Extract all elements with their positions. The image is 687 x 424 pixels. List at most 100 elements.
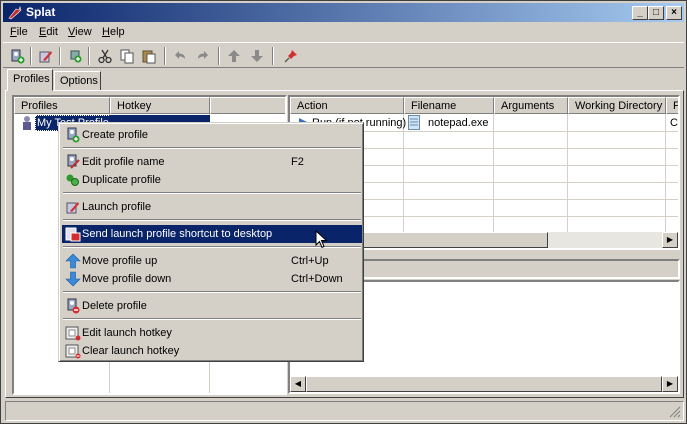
menu-help-rest: elp: [109, 26, 125, 38]
cut-icon[interactable]: [95, 46, 115, 66]
launch-profile-icon[interactable]: [36, 46, 56, 66]
duplicate-profile-icon: [65, 172, 81, 188]
clear-hotkey-icon: [65, 343, 81, 359]
menu-item-label: Create profile: [82, 129, 149, 141]
menu-item-label: Launch profile: [82, 201, 152, 213]
menu-item-label: Edit launch hotkey: [82, 327, 172, 339]
menu-item-duplicate-profile[interactable]: Duplicate profile: [62, 171, 362, 189]
menu-view-rest: iew: [75, 26, 92, 38]
extra-cell: C: [670, 117, 678, 129]
move-down-icon[interactable]: [247, 46, 267, 66]
profile-icon: [20, 115, 34, 130]
menu-item-label: Delete profile: [82, 300, 147, 312]
tab-options-label: Options: [60, 75, 98, 87]
menu-file-rest: ile: [16, 26, 28, 38]
edit-hotkey-icon: [65, 325, 81, 341]
menu-view[interactable]: View: [68, 26, 92, 38]
column-header-profiles-label: Profiles: [21, 100, 58, 112]
menu-item-move-profile-down[interactable]: Move profile down Ctrl+Down: [62, 270, 362, 288]
menu-help-accel: H: [102, 26, 110, 38]
menu-item-shortcut: Ctrl+Down: [291, 273, 343, 285]
scroll-right-icon[interactable]: ▶: [662, 376, 678, 392]
minimize-button[interactable]: _: [632, 6, 648, 20]
menu-separator: [63, 219, 361, 221]
column-header-extra[interactable]: F: [666, 97, 680, 114]
menu-item-label: Move profile down: [82, 273, 172, 285]
menu-help[interactable]: Help: [102, 26, 125, 38]
toolbar-separator: [59, 47, 61, 65]
menu-edit[interactable]: Edit: [39, 26, 58, 38]
menu-item-edit-launch-hotkey[interactable]: Edit launch hotkey: [62, 324, 362, 342]
scroll-left-icon[interactable]: ◀: [290, 376, 306, 392]
scroll-thumb[interactable]: [306, 376, 662, 392]
mouse-cursor-icon: [315, 230, 328, 249]
column-header-action[interactable]: Action: [290, 97, 404, 114]
splat-window: Splat _ □ × File Edit View Help Profiles…: [0, 0, 687, 424]
resize-grip-icon[interactable]: [669, 406, 681, 418]
menu-item-label: Duplicate profile: [82, 174, 161, 186]
filename-cell: notepad.exe: [428, 117, 489, 129]
window-title: Splat: [26, 5, 56, 19]
paste-icon[interactable]: [139, 46, 159, 66]
menu-item-create-profile[interactable]: Create profile: [62, 126, 362, 144]
add-action-icon[interactable]: [65, 46, 85, 66]
edit-profile-icon: [65, 154, 81, 170]
toolbar-separator: [164, 47, 166, 65]
status-bar: [5, 401, 684, 421]
redo-icon[interactable]: [193, 46, 213, 66]
column-header-arguments[interactable]: Arguments: [494, 97, 568, 114]
column-header-extra-label: F: [673, 100, 680, 112]
menu-separator: [63, 318, 361, 320]
menu-item-launch-profile[interactable]: Launch profile: [62, 198, 362, 216]
toolbar-separator: [30, 47, 32, 65]
new-profile-icon[interactable]: [7, 46, 27, 66]
create-profile-icon: [65, 127, 81, 143]
menu-bar: File Edit View Help: [3, 23, 684, 42]
menu-separator: [63, 147, 361, 149]
menu-item-clear-launch-hotkey[interactable]: Clear launch hotkey: [62, 342, 362, 360]
menu-item-edit-profile-name[interactable]: Edit profile name F2: [62, 153, 362, 171]
delete-profile-icon: [65, 298, 81, 314]
menu-item-label: Clear launch hotkey: [82, 345, 180, 357]
column-header-filename[interactable]: Filename: [404, 97, 494, 114]
arrow-up-icon: [65, 253, 81, 269]
move-up-icon[interactable]: [224, 46, 244, 66]
column-header-working-directory[interactable]: Working Directory: [568, 97, 666, 114]
toolbar-separator: [218, 47, 220, 65]
undo-icon[interactable]: [170, 46, 190, 66]
menu-item-shortcut: F2: [291, 156, 304, 168]
menu-item-label: Move profile up: [82, 255, 158, 267]
menu-file[interactable]: File: [10, 26, 28, 38]
menu-item-move-profile-up[interactable]: Move profile up Ctrl+Up: [62, 252, 362, 270]
menu-edit-rest: dit: [46, 26, 58, 38]
column-header-hotkey-label: Hotkey: [117, 100, 152, 112]
pin-icon[interactable]: [281, 46, 301, 66]
launch-profile-icon: [65, 199, 81, 215]
arrow-down-icon: [65, 271, 81, 287]
column-header-empty: [210, 97, 285, 114]
menu-separator: [63, 291, 361, 293]
column-header-hotkey[interactable]: Hotkey: [110, 97, 210, 114]
tab-options[interactable]: Options: [54, 71, 101, 91]
maximize-button[interactable]: □: [648, 6, 664, 20]
toolbar: [3, 42, 684, 68]
tab-profiles-label: Profiles: [13, 73, 50, 85]
menu-item-shortcut: Ctrl+Up: [291, 255, 329, 267]
column-header-arguments-label: Arguments: [501, 100, 555, 112]
copy-icon[interactable]: [117, 46, 137, 66]
tab-profiles[interactable]: Profiles: [7, 69, 53, 91]
details-horizontal-scrollbar[interactable]: ◀ ▶: [290, 376, 678, 392]
toolbar-separator: [272, 47, 274, 65]
file-icon: [408, 115, 420, 133]
column-header-profiles[interactable]: Profiles: [14, 97, 110, 114]
column-header-filename-label: Filename: [411, 100, 457, 112]
title-bar[interactable]: Splat _ □ ×: [3, 3, 684, 22]
scroll-right-icon[interactable]: ▶: [662, 232, 678, 248]
close-button[interactable]: ×: [666, 6, 682, 20]
toolbar-separator: [88, 47, 90, 65]
menu-separator: [63, 192, 361, 194]
menu-item-delete-profile[interactable]: Delete profile: [62, 297, 362, 315]
menu-item-label: Edit profile name: [82, 156, 165, 168]
menu-file-accel: F: [10, 26, 17, 38]
app-icon: [7, 5, 23, 20]
